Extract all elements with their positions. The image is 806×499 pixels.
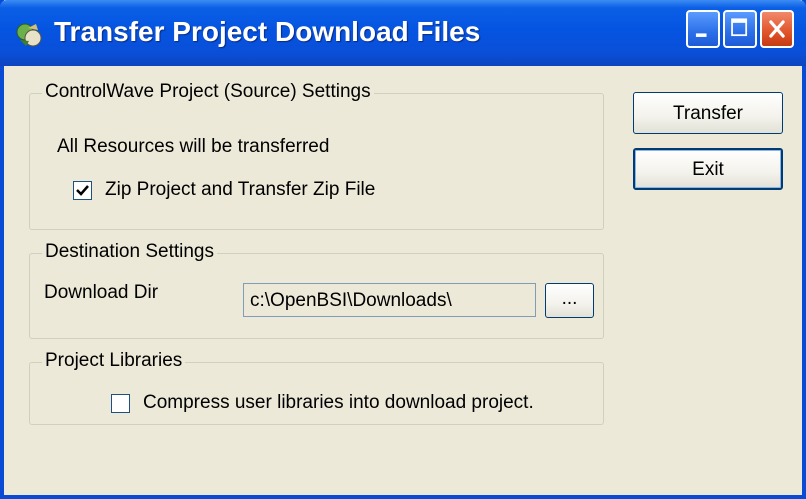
destination-settings-label: Destination Settings bbox=[42, 241, 217, 263]
download-dir-input[interactable]: c:\OpenBSI\Downloads\ bbox=[243, 283, 536, 317]
transfer-app-icon bbox=[16, 23, 42, 47]
project-libraries-group: Project Libraries Compress user librarie… bbox=[29, 350, 604, 425]
checkmark-icon bbox=[76, 185, 89, 196]
maximize-button[interactable] bbox=[723, 10, 757, 48]
all-resources-text: All Resources will be transferred bbox=[57, 136, 330, 157]
minimize-button[interactable] bbox=[686, 10, 720, 48]
compress-libraries-label[interactable]: Compress user libraries into download pr… bbox=[143, 392, 534, 414]
zip-project-label[interactable]: Zip Project and Transfer Zip File bbox=[105, 179, 375, 201]
maximize-icon bbox=[731, 18, 748, 37]
close-icon bbox=[769, 20, 785, 38]
zip-project-checkbox[interactable] bbox=[73, 181, 92, 200]
minimize-icon bbox=[695, 33, 707, 37]
project-libraries-label: Project Libraries bbox=[42, 350, 186, 372]
transfer-button[interactable]: Transfer bbox=[633, 92, 783, 134]
close-button[interactable] bbox=[760, 10, 794, 48]
title-bar[interactable]: Transfer Project Download Files bbox=[0, 0, 806, 66]
source-settings-label: ControlWave Project (Source) Settings bbox=[42, 81, 374, 103]
browse-button[interactable]: ... bbox=[545, 283, 594, 318]
destination-settings-group: Destination Settings Download Dir c:\Ope… bbox=[29, 241, 604, 339]
dialog-window: Transfer Project Download Files ControlW… bbox=[0, 0, 806, 499]
compress-libraries-checkbox[interactable] bbox=[111, 394, 130, 413]
download-dir-label: Download Dir bbox=[44, 282, 159, 303]
exit-button[interactable]: Exit bbox=[633, 148, 783, 190]
window-title: Transfer Project Download Files bbox=[54, 16, 481, 47]
source-settings-group: ControlWave Project (Source) Settings Al… bbox=[29, 81, 604, 230]
